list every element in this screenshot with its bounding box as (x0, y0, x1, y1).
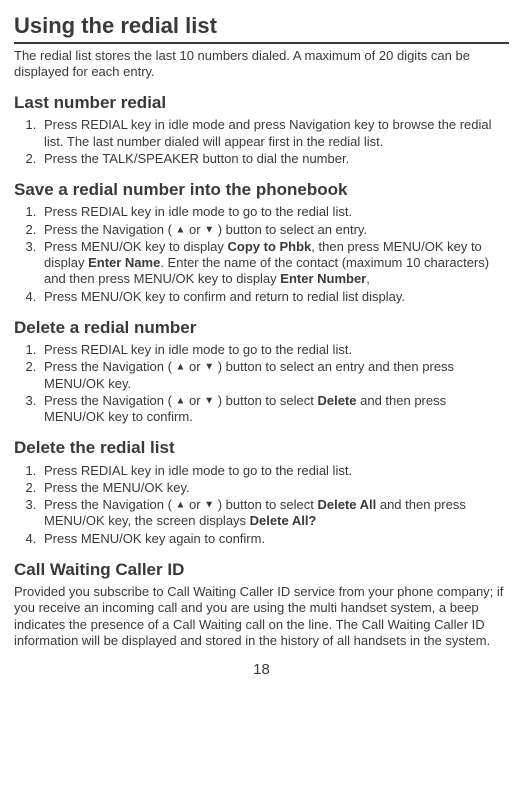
list-item: Press MENU/OK key again to confirm. (40, 531, 509, 547)
up-arrow-icon: ▲ (176, 395, 186, 406)
list-item: Press the Navigation ( ▲ or ▼ ) button t… (40, 497, 509, 530)
list-item: Press the MENU/OK key. (40, 480, 509, 496)
page-number: 18 (14, 661, 509, 680)
heading-save-redial: Save a redial number into the phonebook (14, 179, 509, 200)
list-item: Press REDIAL key in idle mode to go to t… (40, 342, 509, 358)
list-item: Press the Navigation ( ▲ or ▼ ) button t… (40, 393, 509, 426)
list-item: Press MENU/OK key to display Copy to Phb… (40, 239, 509, 288)
list-last-number-redial: Press REDIAL key in idle mode and press … (14, 117, 509, 167)
list-item: Press MENU/OK key to confirm and return … (40, 289, 509, 305)
list-delete-redial-number: Press REDIAL key in idle mode to go to t… (14, 342, 509, 425)
list-save-redial: Press REDIAL key in idle mode to go to t… (14, 204, 509, 305)
down-arrow-icon: ▼ (204, 224, 214, 235)
list-delete-redial-list: Press REDIAL key in idle mode to go to t… (14, 463, 509, 547)
list-item: Press REDIAL key in idle mode to go to t… (40, 463, 509, 479)
up-arrow-icon: ▲ (176, 362, 186, 373)
heading-call-waiting: Call Waiting Caller ID (14, 559, 509, 580)
heading-delete-redial-number: Delete a redial number (14, 317, 509, 338)
call-waiting-paragraph: Provided you subscribe to Call Waiting C… (14, 584, 509, 649)
down-arrow-icon: ▼ (204, 362, 214, 373)
down-arrow-icon: ▼ (204, 499, 214, 510)
heading-delete-redial-list: Delete the redial list (14, 437, 509, 458)
intro-text: The redial list stores the last 10 numbe… (14, 48, 509, 81)
list-item: Press the TALK/SPEAKER button to dial th… (40, 151, 509, 167)
down-arrow-icon: ▼ (204, 395, 214, 406)
page-title: Using the redial list (14, 12, 509, 44)
list-item: Press REDIAL key in idle mode to go to t… (40, 204, 509, 220)
list-item: Press the Navigation ( ▲ or ▼ ) button t… (40, 222, 509, 238)
heading-last-number-redial: Last number redial (14, 92, 509, 113)
list-item: Press REDIAL key in idle mode and press … (40, 117, 509, 150)
up-arrow-icon: ▲ (176, 224, 186, 235)
list-item: Press the Navigation ( ▲ or ▼ ) button t… (40, 359, 509, 392)
up-arrow-icon: ▲ (176, 499, 186, 510)
